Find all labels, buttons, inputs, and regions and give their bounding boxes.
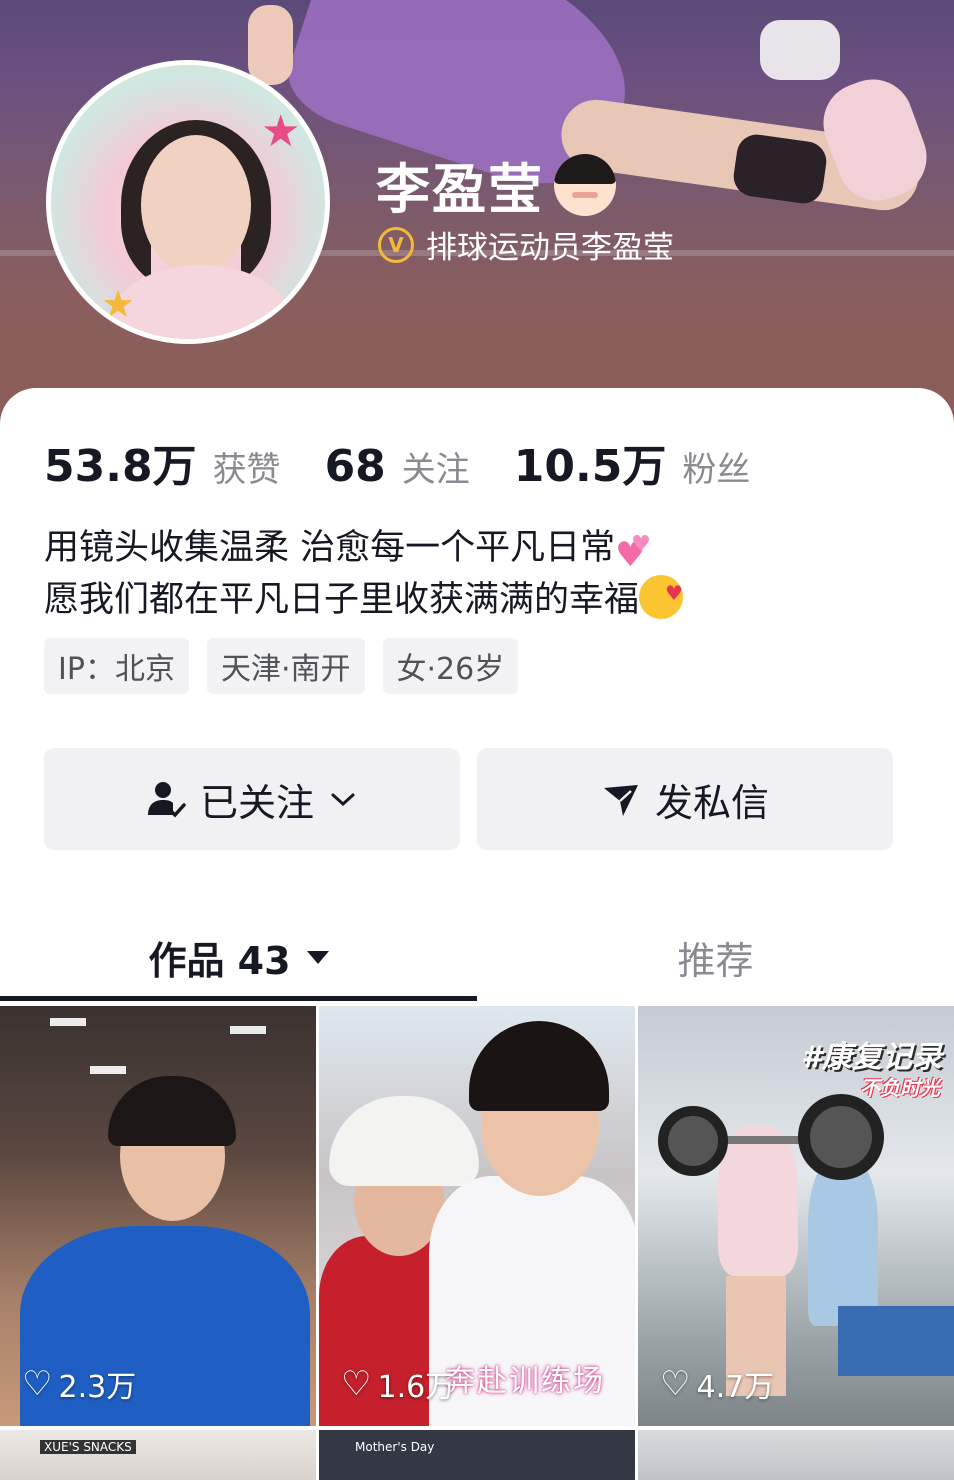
avatar-body xyxy=(111,265,291,339)
banner-kneepad xyxy=(731,132,829,206)
content-tabs: 作品 43 推荐 xyxy=(0,908,954,1006)
video-like-count: ♡ 2.3万 xyxy=(22,1362,136,1406)
following-button[interactable]: 已关注 xyxy=(44,748,460,850)
video-like-count: ♡ 1.6万 xyxy=(341,1362,455,1406)
tab-recommend[interactable]: 推荐 xyxy=(477,908,954,1006)
message-button[interactable]: 发私信 xyxy=(477,748,893,850)
video-tile[interactable]: Mother's Day xyxy=(319,1430,635,1480)
active-tab-indicator xyxy=(0,996,477,1001)
hair xyxy=(108,1076,236,1146)
caret-down-icon xyxy=(306,950,329,964)
video-subtitle-overlay: 不负时光 xyxy=(860,1076,940,1100)
chevron-down-icon xyxy=(331,793,355,807)
video-tile[interactable]: 奔赴训练场 ♡ 1.6万 xyxy=(319,1006,635,1426)
stat-label: 粉丝 xyxy=(682,450,751,490)
verification-text: 排球运动员李盈莹 xyxy=(426,230,674,266)
stat-value: 53.8万 xyxy=(44,441,197,492)
bucket-hat xyxy=(329,1096,479,1186)
video-tile[interactable]: XUE'S SNACKS xyxy=(0,1430,316,1480)
girl-emoji-icon xyxy=(554,153,616,216)
bio-text: 用镜头收集温柔 治愈每一个平凡日常 xyxy=(44,528,616,568)
stat-following[interactable]: 68 关注 xyxy=(325,441,470,492)
weight-plate xyxy=(658,1106,728,1176)
ceiling-light xyxy=(90,1066,126,1074)
stat-value: 10.5万 xyxy=(513,441,667,492)
heart-outline-icon: ♡ xyxy=(660,1364,691,1404)
video-tile[interactable]: #康复记录 不负时光 ♡ 4.7万 xyxy=(638,1006,954,1426)
star-sticker-icon: ★ xyxy=(261,106,301,157)
athlete xyxy=(718,1126,798,1276)
bio-line-2: 愿我们都在平凡日子里收获满满的幸福 xyxy=(44,567,684,626)
smiling-face-hearts-emoji-icon xyxy=(639,567,684,619)
ceiling-light xyxy=(230,1026,266,1034)
video-grid: ♡ 2.3万 奔赴训练场 ♡ 1.6万 #康复记录 不负时光 ♡ 4.7万 XU… xyxy=(0,1006,954,1480)
following-label: 已关注 xyxy=(199,780,314,825)
like-count-text: 2.3万 xyxy=(58,1370,137,1405)
stat-followers[interactable]: 10.5万 粉丝 xyxy=(514,430,751,494)
stat-label: 关注 xyxy=(401,450,470,490)
tag-school[interactable]: 天津·南开 xyxy=(206,638,365,694)
tag-gender-age: 女·26岁 xyxy=(382,638,519,694)
video-like-count: ♡ 4.7万 xyxy=(660,1362,774,1406)
banner-shoe-back xyxy=(760,20,840,80)
verified-badge-icon: V xyxy=(378,226,414,263)
video-tile[interactable] xyxy=(638,1430,954,1480)
heart-outline-icon: ♡ xyxy=(22,1364,53,1404)
profile-tags: IP：北京 天津·南开 女·26岁 xyxy=(44,638,519,694)
bio-line-1: 用镜头收集温柔 治愈每一个平凡日常 xyxy=(44,519,683,581)
stat-likes[interactable]: 53.8万 获赞 xyxy=(44,430,281,494)
tag-ip: IP：北京 xyxy=(44,638,189,694)
hair xyxy=(469,1021,609,1111)
sign-text: XUE'S SNACKS xyxy=(40,1440,136,1454)
stat-label: 获赞 xyxy=(212,450,281,490)
like-count-text: 1.6万 xyxy=(377,1370,456,1405)
stats-row: 53.8万 获赞 68 关注 10.5万 粉丝 xyxy=(44,430,794,494)
avatar-face xyxy=(141,135,251,275)
profile-name-text: 李盈莹 xyxy=(376,158,544,221)
stat-value: 68 xyxy=(324,441,386,492)
banner-hand xyxy=(248,5,293,85)
video-title-text: Mother's Day xyxy=(355,1440,435,1454)
tab-recommend-label: 推荐 xyxy=(677,938,754,983)
heart-outline-icon: ♡ xyxy=(341,1364,372,1404)
user-check-icon xyxy=(147,782,186,818)
tab-works-label: 作品 43 xyxy=(148,938,291,983)
message-label: 发私信 xyxy=(654,780,769,825)
bio-text: 愿我们都在平凡日子里收获满满的幸福 xyxy=(44,580,640,620)
video-tile[interactable]: ♡ 2.3万 xyxy=(0,1006,316,1426)
bio: 用镜头收集温柔 治愈每一个平凡日常 愿我们都在平凡日子里收获满满的幸福 xyxy=(44,519,684,626)
weight-plate xyxy=(798,1094,884,1180)
star-sticker-icon: ★ xyxy=(101,282,136,326)
tab-works[interactable]: 作品 43 xyxy=(0,908,477,1006)
plyo-box xyxy=(838,1306,954,1376)
coach xyxy=(808,1156,878,1326)
video-caption-overlay: 奔赴训练场 xyxy=(445,1364,605,1399)
like-count-text: 4.7万 xyxy=(696,1370,775,1405)
two-hearts-emoji-icon xyxy=(615,519,651,581)
avatar[interactable]: ★ ★ xyxy=(46,60,330,344)
profile-name: 李盈莹 xyxy=(376,145,616,224)
video-hashtag-overlay: #康复记录 xyxy=(801,1040,942,1075)
ceiling-light xyxy=(50,1018,86,1026)
send-arrow-icon xyxy=(603,785,638,816)
verification-line[interactable]: V 排球运动员李盈莹 xyxy=(378,222,674,267)
